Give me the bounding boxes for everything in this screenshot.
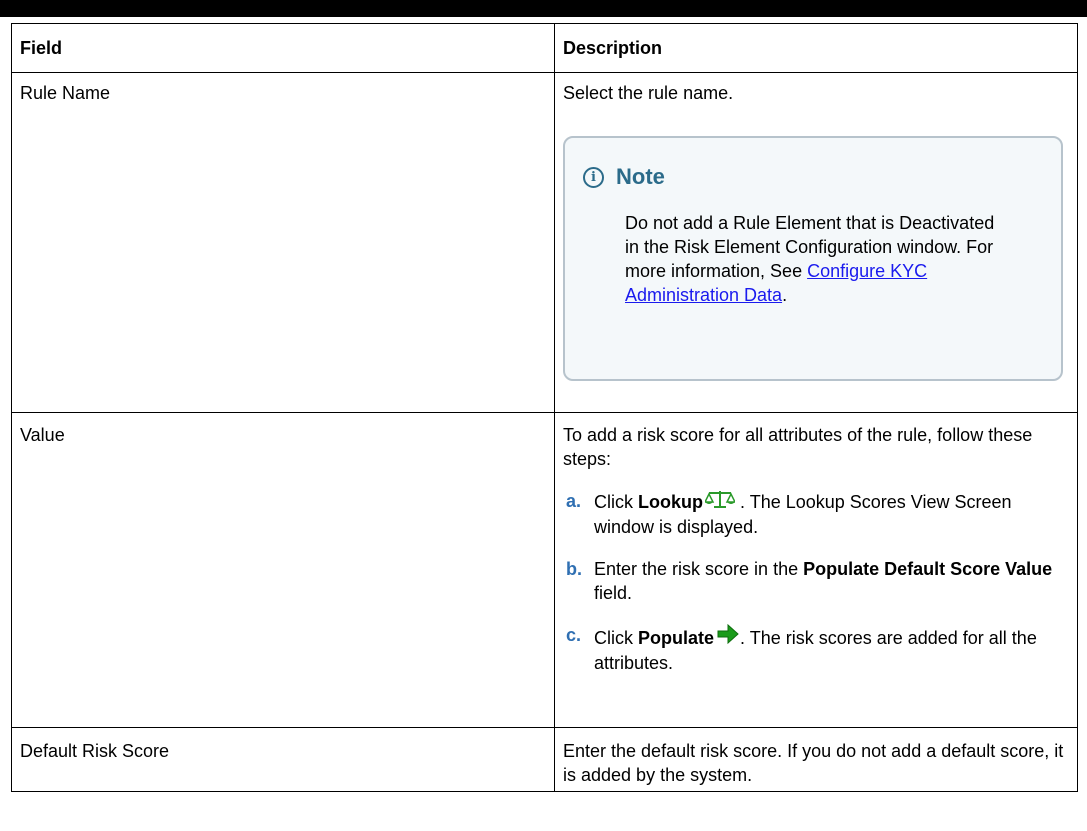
step-b: b. Enter the risk score in the Populate … (563, 557, 1069, 605)
step-label: c. (566, 625, 582, 645)
field-value: Value (11, 412, 555, 728)
info-icon: i (583, 166, 604, 188)
note-box: i Note Do not add a Rule Element that is… (563, 136, 1063, 381)
step-bold: Populate Default Score Value (803, 559, 1053, 579)
step-bold: Lookup (638, 492, 703, 512)
note-body: Do not add a Rule Element that is Deacti… (625, 211, 1005, 307)
note-heading: i Note (583, 164, 1061, 190)
note-title: Note (616, 164, 665, 189)
step-pre: Click (594, 492, 638, 512)
table-row: Value To add a risk score for all attrib… (11, 412, 1078, 728)
step-text: Enter the risk score in the Populate Def… (594, 557, 1069, 605)
balance-scale-icon (703, 489, 737, 515)
step-label: b. (566, 559, 582, 579)
step-label: a. (566, 491, 582, 511)
description-cell: To add a risk score for all attributes o… (554, 412, 1078, 728)
description-cell: Select the rule name. i Note Do not add … (554, 72, 1078, 413)
note-after-link: . (782, 285, 788, 305)
table-header-row: Field Description (11, 23, 1078, 73)
step-text: Click Lookup . The Lookup Scores View Sc… (594, 489, 1069, 539)
table-row: Default Risk Score Enter the default ris… (11, 727, 1078, 792)
field-description-table: Field Description Rule Name Select the r… (11, 23, 1078, 792)
header-field: Field (11, 23, 555, 73)
step-text: Click Populate. The risk scores are adde… (594, 623, 1069, 675)
rule-name-description: Select the rule name. (563, 83, 734, 103)
top-black-bar (0, 0, 1087, 17)
field-rule-name: Rule Name (11, 72, 555, 413)
step-post: field. (594, 583, 633, 603)
step-bold: Populate (638, 628, 715, 648)
step-a: a. Click Lookup . The Lookup Scores View… (563, 489, 1069, 539)
value-intro: To add a risk score for all attributes o… (563, 425, 1033, 469)
default-risk-score-description: Enter the default risk score. If you do … (554, 727, 1078, 792)
step-pre: Enter the risk score in the (594, 559, 804, 579)
table-row: Rule Name Select the rule name. i Note D… (11, 72, 1078, 413)
step-c: c. Click Populate. The risk scores are a… (563, 623, 1069, 675)
green-arrow-icon (716, 623, 740, 651)
step-pre: Click (594, 628, 638, 648)
field-default-risk-score: Default Risk Score (11, 727, 555, 792)
header-description: Description (554, 23, 1078, 73)
